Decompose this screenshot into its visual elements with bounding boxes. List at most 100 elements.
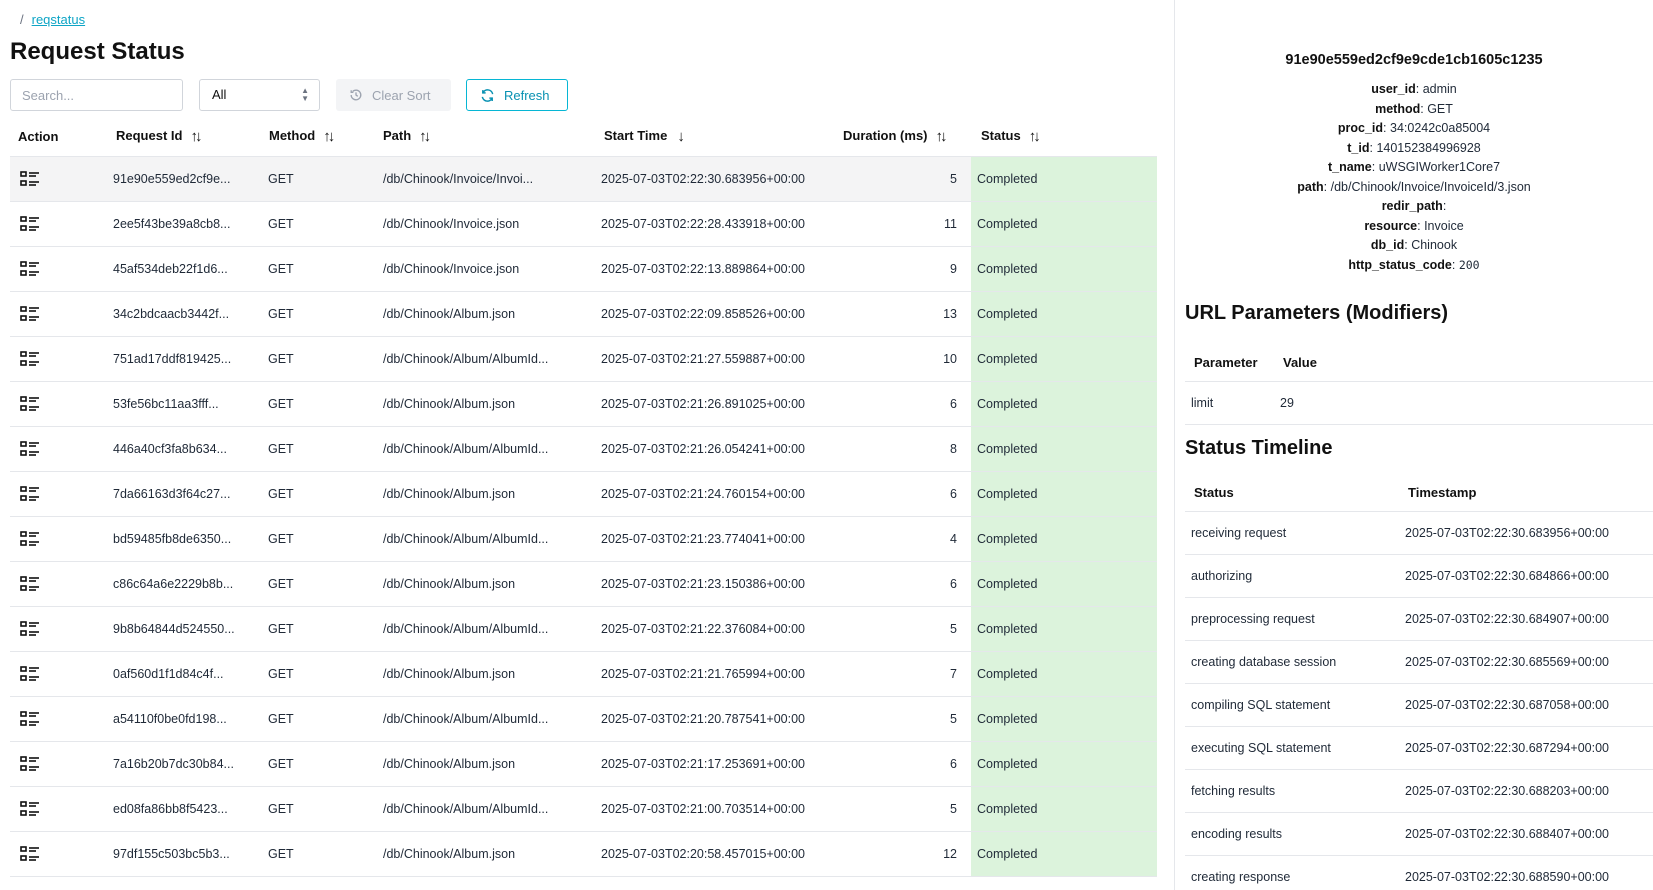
details-list-icon[interactable]: [20, 711, 40, 727]
status-cell: Completed: [971, 156, 1157, 202]
duration-cell: 6: [821, 381, 971, 427]
timeline-header-status: Status: [1185, 473, 1405, 512]
sort-both-icon[interactable]: ↑↓: [190, 128, 202, 145]
request-id-cell: 53fe56bc11aa3fff...: [108, 381, 262, 427]
sort-both-icon[interactable]: ↑↓: [936, 128, 948, 145]
timeline-timestamp: 2025-07-03T02:22:30.683956+00:00: [1405, 511, 1653, 555]
duration-cell: 6: [821, 561, 971, 607]
status-filter-select[interactable]: All ▲ ▼: [199, 79, 320, 111]
details-list-icon[interactable]: [20, 351, 40, 367]
table-row[interactable]: c86c64a6e2229b8b... GET/db/Chinook/Album.…: [10, 561, 1157, 607]
details-list-icon[interactable]: [20, 171, 40, 187]
timeline-status: authorizing: [1185, 554, 1405, 598]
start-time-cell: 2025-07-03T02:20:58.457015+00:00: [593, 831, 821, 877]
table-row[interactable]: 91e90e559ed2cf9e... GET/db/Chinook/Invoic…: [10, 156, 1157, 202]
sort-both-icon[interactable]: ↑↓: [323, 128, 335, 145]
details-list-icon[interactable]: [20, 576, 40, 592]
table-row[interactable]: 7a16b20b7dc30b84... GET/db/Chinook/Album.…: [10, 741, 1157, 787]
details-list-icon[interactable]: [20, 396, 40, 412]
duration-cell: 13: [821, 291, 971, 337]
table-row[interactable]: 45af534deb22f1d6... GET/db/Chinook/Invoic…: [10, 246, 1157, 292]
column-header-path[interactable]: Path ↑↓: [375, 117, 593, 157]
method-cell: GET: [262, 696, 375, 742]
row-action-cell: [10, 651, 108, 697]
details-list-icon[interactable]: [20, 756, 40, 772]
method-cell: GET: [262, 201, 375, 247]
details-list-icon[interactable]: [20, 486, 40, 502]
table-row[interactable]: a54110f0be0fd198... GET/db/Chinook/Album/…: [10, 696, 1157, 742]
details-list-icon[interactable]: [20, 801, 40, 817]
path-cell: /db/Chinook/Album/AlbumId...: [375, 606, 593, 652]
detail-field-value: 34:0242c0a85004: [1390, 121, 1491, 135]
row-action-cell: [10, 291, 108, 337]
breadcrumb-link-reqstatus[interactable]: reqstatus: [32, 12, 85, 27]
url-param-value: 29: [1280, 381, 1653, 425]
status-cell: Completed: [971, 786, 1157, 832]
column-header-duration[interactable]: Duration (ms) ↑↓: [821, 117, 971, 157]
table-row[interactable]: 2ee5f43be39a8cb8... GET/db/Chinook/Invoic…: [10, 201, 1157, 247]
table-row[interactable]: bd59485fb8de6350... GET/db/Chinook/Album/…: [10, 516, 1157, 562]
table-row[interactable]: 97df155c503bc5b3... GET/db/Chinook/Album.…: [10, 831, 1157, 877]
timeline-timestamp: 2025-07-03T02:22:30.685569+00:00: [1405, 640, 1653, 684]
row-action-cell: [10, 246, 108, 292]
column-header-start-time[interactable]: Start Time ↓: [593, 117, 821, 157]
detail-request-id: 91e90e559ed2cf9e9cde1cb1605c1235: [1285, 52, 1543, 68]
method-cell: GET: [262, 831, 375, 877]
column-header-status[interactable]: Status ↑↓: [971, 117, 1157, 157]
table-row[interactable]: 0af560d1f1d84c4f... GET/db/Chinook/Album.…: [10, 651, 1157, 697]
details-list-icon[interactable]: [20, 531, 40, 547]
status-cell: Completed: [971, 606, 1157, 652]
details-list-icon[interactable]: [20, 621, 40, 637]
detail-field-path: path: /db/Chinook/Invoice/InvoiceId/3.js…: [1297, 179, 1531, 194]
status-cell: Completed: [971, 426, 1157, 472]
detail-field-key: method: [1375, 101, 1421, 116]
refresh-button[interactable]: Refresh: [466, 79, 568, 111]
timeline-status: executing SQL statement: [1185, 726, 1405, 770]
details-list-icon[interactable]: [20, 441, 40, 457]
timeline-header-row: Status Timestamp: [1185, 473, 1653, 512]
table-row[interactable]: 9b8b64844d524550... GET/db/Chinook/Album/…: [10, 606, 1157, 652]
details-list-icon[interactable]: [20, 306, 40, 322]
duration-cell: 11: [821, 201, 971, 247]
table-row[interactable]: 446a40cf3fa8b634... GET/db/Chinook/Album/…: [10, 426, 1157, 472]
detail-field-http-status-code: http_status_code: 200: [1348, 257, 1480, 272]
search-input[interactable]: [10, 79, 183, 111]
timeline-status: creating database session: [1185, 640, 1405, 684]
method-cell: GET: [262, 471, 375, 517]
details-list-icon[interactable]: [20, 261, 40, 277]
status-cell: Completed: [971, 471, 1157, 517]
sort-both-icon[interactable]: ↑↓: [1029, 128, 1041, 145]
start-time-cell: 2025-07-03T02:21:22.376084+00:00: [593, 606, 821, 652]
request-id-cell: 7a16b20b7dc30b84...: [108, 741, 262, 787]
detail-field-key: t_id: [1347, 140, 1370, 155]
timeline-header-timestamp: Timestamp: [1405, 473, 1653, 512]
details-list-icon[interactable]: [20, 846, 40, 862]
sort-both-icon[interactable]: ↑↓: [419, 128, 431, 145]
row-action-cell: [10, 786, 108, 832]
duration-cell: 12: [821, 831, 971, 877]
clear-sort-button[interactable]: Clear Sort: [336, 79, 451, 111]
detail-field-key: path: [1297, 179, 1324, 194]
timeline-timestamp: 2025-07-03T02:22:30.684907+00:00: [1405, 597, 1653, 641]
url-params-table: Parameter Value limit 29: [1185, 343, 1653, 425]
status-cell: Completed: [971, 516, 1157, 562]
row-action-cell: [10, 606, 108, 652]
detail-field-value: Chinook: [1411, 238, 1458, 252]
breadcrumb: / reqstatus: [20, 12, 85, 27]
timeline-row: compiling SQL statement 2025-07-03T02:22:…: [1185, 683, 1653, 727]
detail-field-t-name: t_name: uWSGIWorker1Core7: [1327, 160, 1501, 174]
table-row[interactable]: 7da66163d3f64c27... GET/db/Chinook/Album.…: [10, 471, 1157, 517]
column-header-method[interactable]: Method ↑↓: [262, 117, 375, 157]
sort-desc-icon[interactable]: ↓: [677, 128, 685, 145]
url-params-header-parameter: Parameter: [1185, 343, 1280, 382]
table-row[interactable]: 34c2bdcaacb3442f... GET/db/Chinook/Album.…: [10, 291, 1157, 337]
start-time-cell: 2025-07-03T02:22:13.889864+00:00: [593, 246, 821, 292]
table-row[interactable]: 53fe56bc11aa3fff... GET/db/Chinook/Album.…: [10, 381, 1157, 427]
request-table-body: 91e90e559ed2cf9e... GET/db/Chinook/Invoic…: [10, 156, 1157, 877]
details-list-icon[interactable]: [20, 666, 40, 682]
start-time-cell: 2025-07-03T02:21:17.253691+00:00: [593, 741, 821, 787]
details-list-icon[interactable]: [20, 216, 40, 232]
table-row[interactable]: ed08fa86bb8f5423... GET/db/Chinook/Album/…: [10, 786, 1157, 832]
table-row[interactable]: 751ad17ddf819425... GET/db/Chinook/Album/…: [10, 336, 1157, 382]
column-header-request-id[interactable]: Request Id ↑↓: [108, 117, 262, 157]
